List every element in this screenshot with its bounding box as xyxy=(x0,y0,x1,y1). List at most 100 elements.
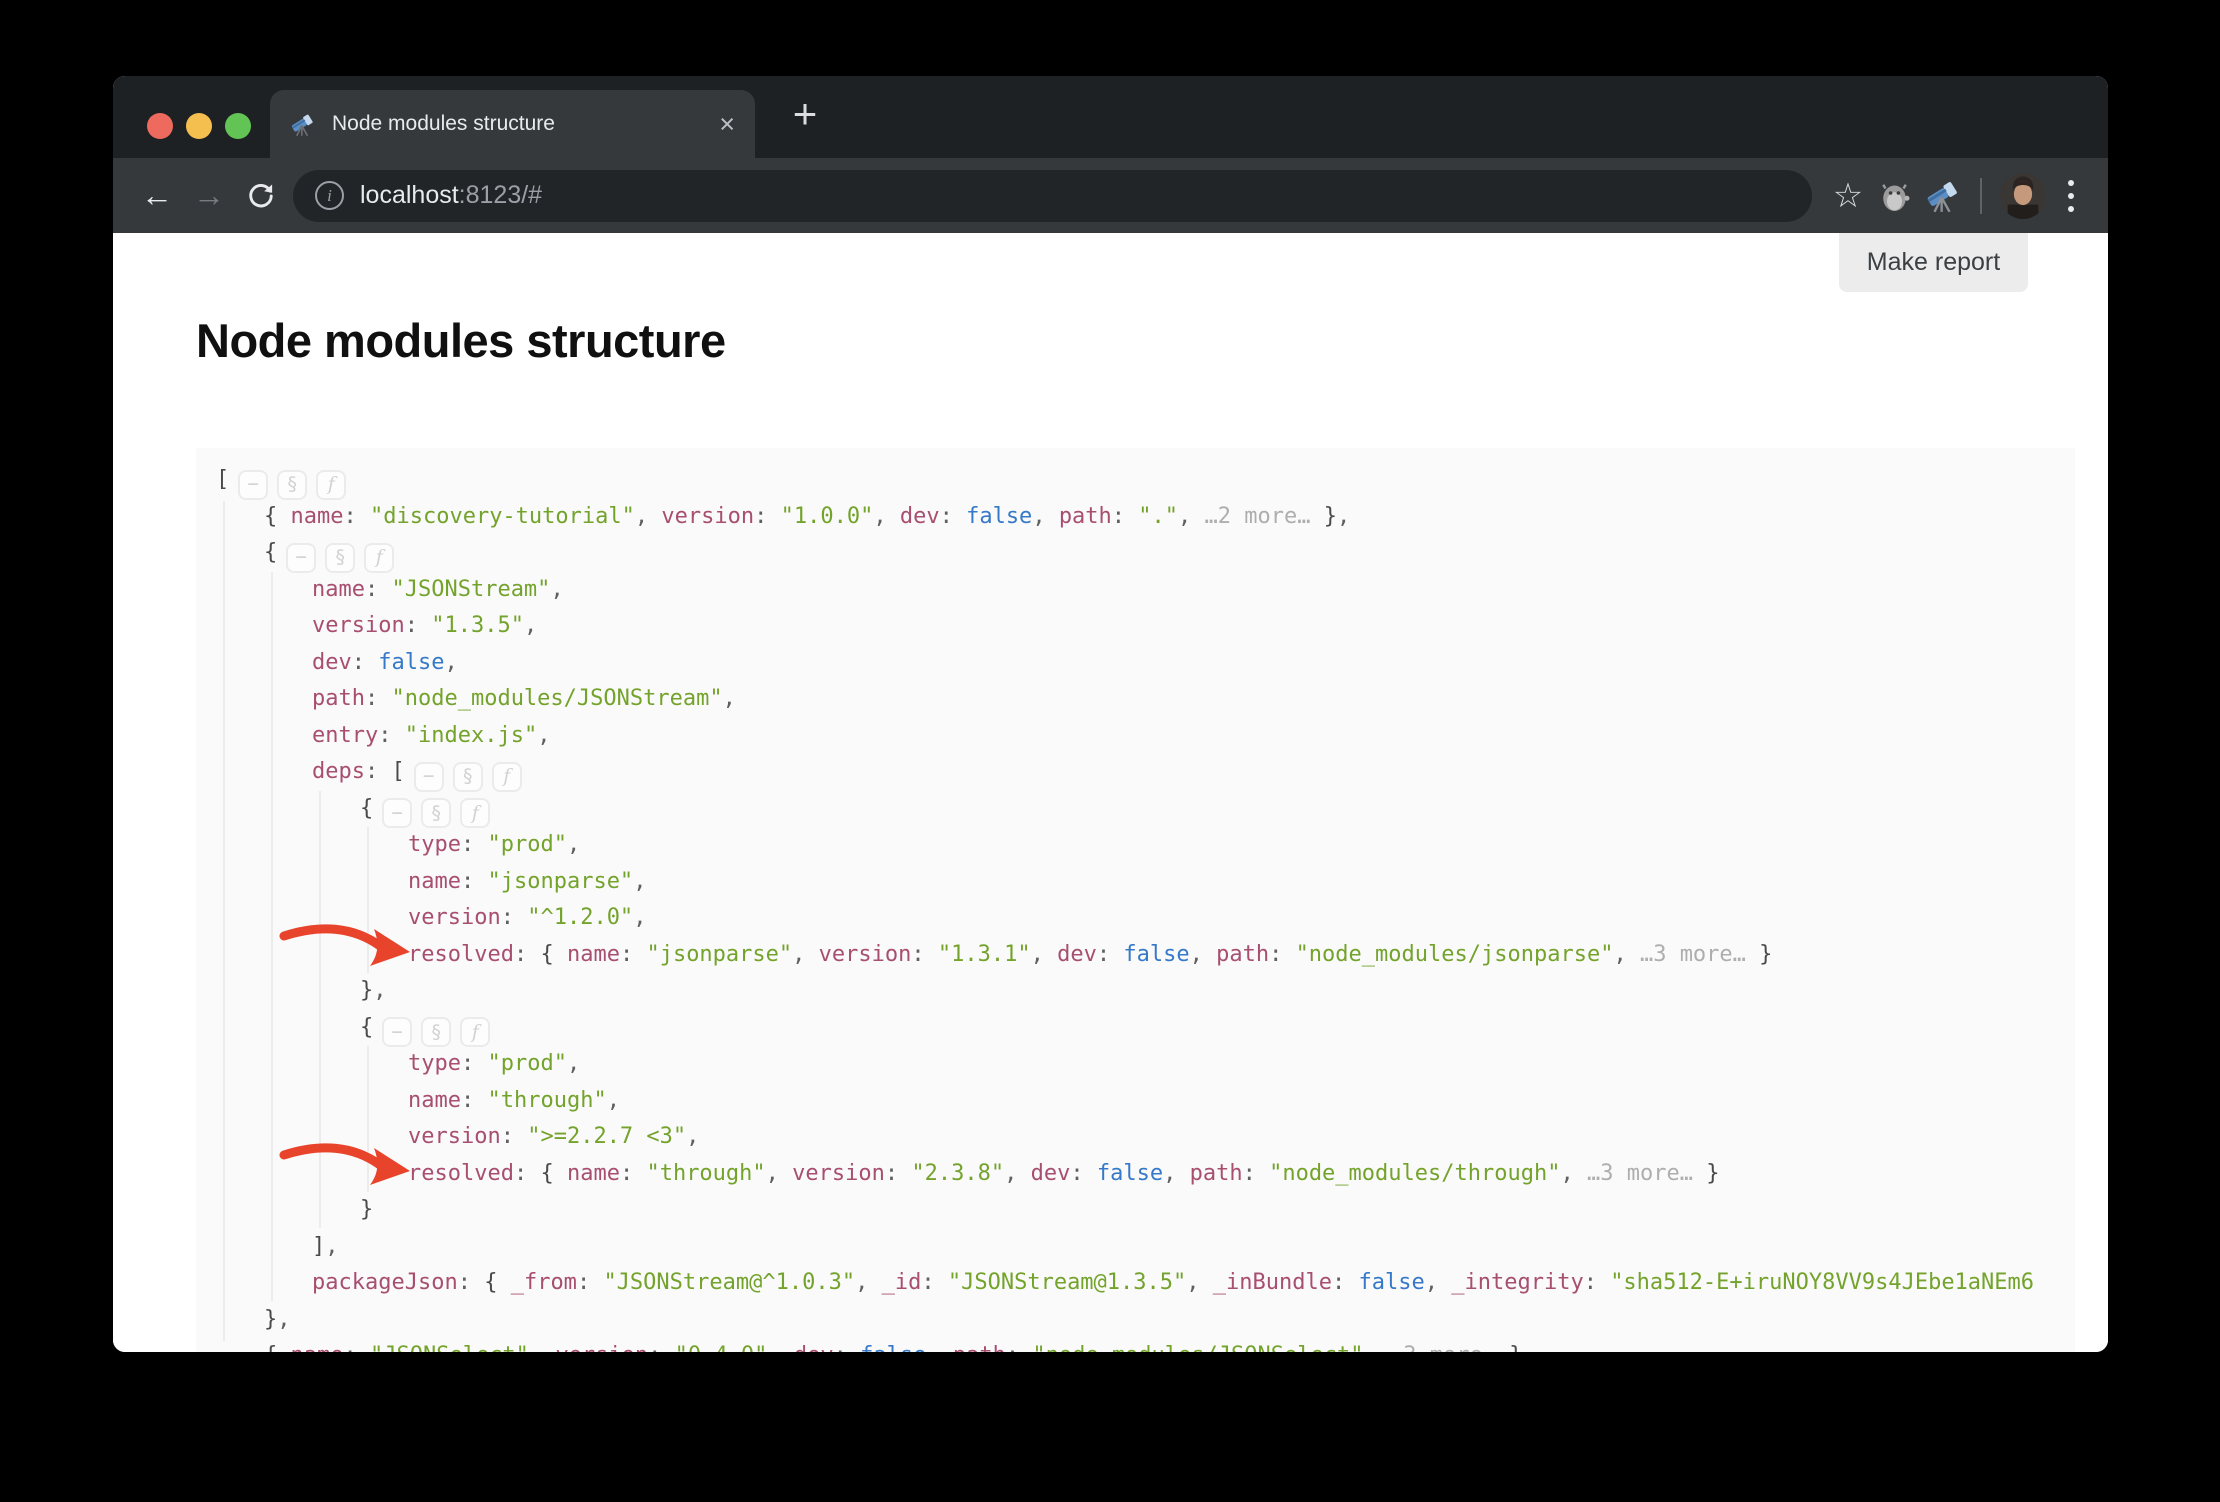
token-key: name xyxy=(291,1343,344,1352)
token-pun: : xyxy=(460,1087,488,1113)
token-pun: , xyxy=(1004,1160,1031,1186)
format-button[interactable]: f xyxy=(364,542,395,573)
token-pun: , xyxy=(792,941,819,967)
extension-creature-icon[interactable] xyxy=(1872,172,1920,220)
token-str: "0.4.0" xyxy=(675,1343,768,1352)
telescope-favicon-icon xyxy=(291,114,313,136)
token-brk: { xyxy=(360,1014,374,1040)
code-line: {− § f xyxy=(216,535,2075,573)
token-key: dev xyxy=(899,503,940,529)
token-str: "1.0.0" xyxy=(780,503,874,529)
token-pun: : xyxy=(1583,1270,1611,1295)
token-brk: { xyxy=(540,941,567,967)
token-brk: } xyxy=(264,1306,278,1332)
token-pun: : xyxy=(351,649,379,675)
collapse-button[interactable]: − xyxy=(238,469,269,500)
signature-button[interactable]: § xyxy=(277,469,308,500)
window-close-button[interactable] xyxy=(147,113,173,139)
token-str: "JSONSelect" xyxy=(370,1343,529,1352)
reload-icon xyxy=(249,183,273,207)
code-line: deps: [− § f xyxy=(216,754,2075,792)
window-minimize-button[interactable] xyxy=(186,113,212,139)
profile-avatar[interactable] xyxy=(2000,172,2046,219)
token-key: type xyxy=(408,832,461,857)
token-pun: , xyxy=(1522,1343,1535,1352)
format-button[interactable]: f xyxy=(460,1017,491,1047)
token-pun: : xyxy=(1332,1270,1359,1295)
token-key: name xyxy=(408,868,461,894)
token-str: "1.3.1" xyxy=(937,941,1031,967)
signature-button[interactable]: § xyxy=(452,761,483,792)
token-pun: , xyxy=(1189,941,1217,967)
code-line: version: ">=2.2.7 <3", xyxy=(216,1119,2075,1156)
code-line: { name: "JSONSelect", version: "0.4.0", … xyxy=(216,1338,2075,1352)
code-line: version: "^1.2.0", xyxy=(216,900,2075,937)
collapse-button[interactable]: − xyxy=(382,1017,413,1047)
format-button[interactable]: f xyxy=(316,469,347,500)
token-pun: , xyxy=(373,978,387,1003)
token-brk: { xyxy=(360,795,374,821)
token-pun: : xyxy=(576,1270,604,1295)
new-tab-button[interactable]: + xyxy=(775,84,835,144)
token-str: "node_modules/jsonparse" xyxy=(1295,941,1614,967)
token-key: name xyxy=(408,1087,461,1113)
collapse-button[interactable]: − xyxy=(413,761,444,792)
code-line: resolved: { name: "through", version: "2… xyxy=(216,1156,2075,1193)
page-info-icon[interactable]: i xyxy=(315,181,344,210)
token-brk: [ xyxy=(391,759,405,784)
token-pun: , xyxy=(523,613,538,638)
token-key: packageJson xyxy=(312,1270,458,1295)
token-pun: , xyxy=(444,649,458,675)
forward-button[interactable]: → xyxy=(183,170,235,222)
signature-button[interactable]: § xyxy=(325,542,356,573)
browser-menu-icon[interactable] xyxy=(2068,179,2074,212)
token-pun: : xyxy=(460,1051,488,1076)
token-more: …3 more… xyxy=(1586,1160,1693,1186)
window-zoom-button[interactable] xyxy=(225,113,251,139)
token-pun: : xyxy=(939,503,967,529)
token-str: "discovery-tutorial" xyxy=(369,503,635,529)
token-pun: : xyxy=(1111,503,1139,529)
collapse-button[interactable]: − xyxy=(382,798,413,828)
token-pun: : xyxy=(378,722,405,748)
browser-toolbar: ← → i localhost:8123/# ☆ xyxy=(113,158,2108,233)
bookmark-star-icon[interactable]: ☆ xyxy=(1824,172,1872,220)
token-pun: , xyxy=(1337,503,1351,529)
token-key: deps xyxy=(312,759,365,784)
token-bool: false xyxy=(1096,1160,1164,1186)
token-pun: , xyxy=(873,503,900,529)
token-pun: , xyxy=(1163,1160,1190,1186)
token-pun: : xyxy=(1242,1160,1270,1186)
code-lines: [− § f{ name: "discovery-tutorial", versio… xyxy=(216,462,2075,1352)
back-button[interactable]: ← xyxy=(131,170,183,222)
signature-button[interactable]: § xyxy=(421,1017,452,1047)
address-bar[interactable]: i localhost:8123/# xyxy=(293,169,1812,222)
make-report-button[interactable]: Make report xyxy=(1839,233,2028,292)
token-pun: , xyxy=(1178,503,1205,529)
signature-button[interactable]: § xyxy=(421,798,452,828)
browser-tab[interactable]: Node modules structure × xyxy=(270,90,755,158)
collapse-button[interactable]: − xyxy=(286,542,317,573)
token-pun: , xyxy=(765,1160,793,1186)
token-key: version xyxy=(792,1160,885,1186)
code-line: entry: "index.js", xyxy=(216,718,2075,755)
token-str: "^1.2.0" xyxy=(527,905,634,930)
token-brk: } xyxy=(1692,1160,1720,1186)
token-pun: , xyxy=(1363,1343,1390,1352)
token-key: name xyxy=(312,576,365,602)
token-pun: , xyxy=(1424,1270,1452,1295)
token-pun: , xyxy=(566,1051,581,1076)
token-brk: } xyxy=(360,978,374,1003)
code-line: {− § f xyxy=(216,1010,2075,1047)
format-button[interactable]: f xyxy=(491,761,522,792)
code-line: ], xyxy=(216,1229,2075,1266)
token-pun: , xyxy=(277,1306,291,1332)
format-button[interactable]: f xyxy=(460,798,491,828)
token-str: "JSONStream" xyxy=(391,576,551,602)
token-pun: , xyxy=(926,1343,953,1352)
telescope-extension-icon[interactable] xyxy=(1920,172,1968,220)
close-tab-icon[interactable]: × xyxy=(713,110,741,138)
reload-button[interactable] xyxy=(235,170,287,222)
token-pun: , xyxy=(1030,941,1058,967)
token-bool: false xyxy=(966,503,1033,529)
